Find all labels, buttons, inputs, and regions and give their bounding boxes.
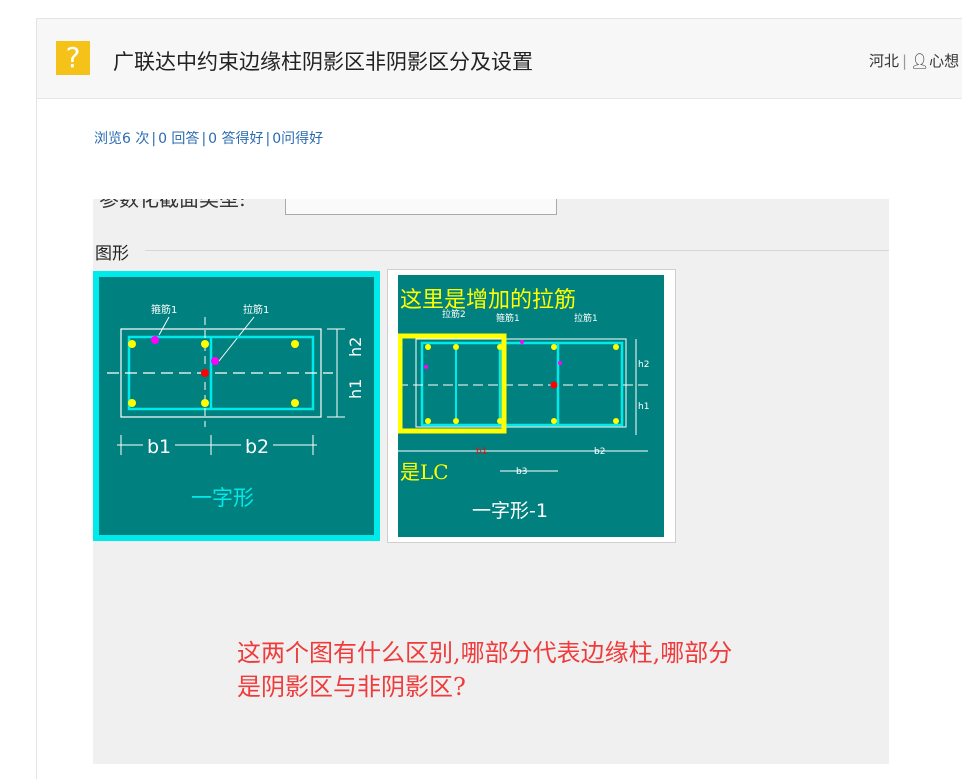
svg-text:h2: h2 xyxy=(638,360,649,370)
views-count[interactable]: 浏览6 次 xyxy=(94,131,149,147)
svg-text:b2: b2 xyxy=(594,447,605,457)
question-screenshot: 参数化截面类型: 图形 箍筋1 拉筋1 h2 h1 b1 b2 一字形 这里是增… xyxy=(93,199,889,764)
question-header: ? 广联达中约束边缘柱阴影区非阴影区分及设置 河北 | 👤︎心想 xyxy=(37,19,962,99)
svg-text:箍筋1: 箍筋1 xyxy=(151,303,177,316)
question-icon: ? xyxy=(56,41,90,75)
svg-text:b1: b1 xyxy=(147,436,171,458)
good-answers-count[interactable]: 0 答得好 xyxy=(208,131,263,147)
username-link[interactable]: 心想 xyxy=(929,52,959,70)
question-text: 这两个图有什么区别,哪部分代表边缘柱,哪部分 是阴影区与非阴影区? xyxy=(237,636,732,704)
param-section-select xyxy=(285,199,557,215)
figure-yizixing-drawing: 箍筋1 拉筋1 h2 h1 b1 b2 一字形 xyxy=(99,277,374,535)
figure-yizixing-1: 这里是增加的拉筋 拉筋2 箍筋1 拉筋1 h2 h1 b1 b2 b3 是LC … xyxy=(387,269,676,543)
svg-text:一字形-1: 一字形-1 xyxy=(472,500,548,522)
svg-text:拉筋2: 拉筋2 xyxy=(442,308,466,320)
svg-text:h2: h2 xyxy=(346,337,365,357)
question-line-1: 这两个图有什么区别,哪部分代表边缘柱,哪部分 xyxy=(237,639,733,667)
figure-group-label: 图形 xyxy=(95,244,129,264)
svg-text:h1: h1 xyxy=(346,379,365,399)
region-label: 河北 xyxy=(869,52,900,70)
svg-text:一字形: 一字形 xyxy=(191,486,254,510)
question-title: 广联达中约束边缘柱阴影区非阴影区分及设置 xyxy=(113,50,533,74)
param-section-label: 参数化截面类型: xyxy=(99,199,246,211)
svg-text:b3: b3 xyxy=(516,467,527,477)
svg-text:h1: h1 xyxy=(638,402,649,412)
svg-text:b2: b2 xyxy=(245,436,269,458)
answers-count[interactable]: 0 回答 xyxy=(158,131,199,147)
svg-text:b1: b1 xyxy=(476,447,487,457)
separator: | xyxy=(151,131,157,147)
asker-info: 河北 | 👤︎心想 xyxy=(869,50,959,71)
svg-text:这里是增加的拉筋: 这里是增加的拉筋 xyxy=(400,288,576,313)
separator: | xyxy=(902,52,908,70)
user-icon: 👤︎ xyxy=(910,52,930,70)
question-line-2: 是阴影区与非阴影区? xyxy=(237,673,466,701)
figure-yizixing: 箍筋1 拉筋1 h2 h1 b1 b2 一字形 xyxy=(93,271,380,541)
divider xyxy=(145,250,889,251)
svg-text:是LC: 是LC xyxy=(400,460,449,484)
separator: | xyxy=(265,131,271,147)
question-stats: 浏览6 次 | 0 回答 | 0 答得好 | 0问得好 xyxy=(94,128,323,148)
figure-yizixing-1-drawing: 这里是增加的拉筋 拉筋2 箍筋1 拉筋1 h2 h1 b1 b2 b3 是LC … xyxy=(398,275,664,537)
good-questions-count[interactable]: 0问得好 xyxy=(272,131,323,147)
svg-text:拉筋1: 拉筋1 xyxy=(574,312,598,324)
svg-text:拉筋1: 拉筋1 xyxy=(243,303,269,316)
separator: | xyxy=(201,131,207,147)
svg-text:箍筋1: 箍筋1 xyxy=(496,312,520,324)
